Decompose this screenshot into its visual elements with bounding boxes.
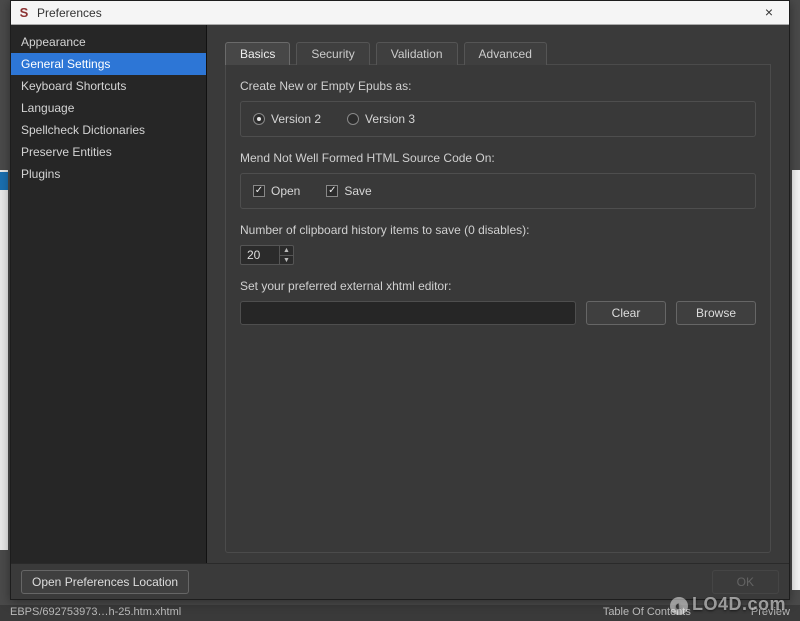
checkbox-save[interactable]: Save	[326, 184, 371, 198]
preferences-dialog: S Preferences × Appearance General Setti…	[10, 0, 790, 600]
tabs: Basics Security Validation Advanced	[225, 41, 771, 65]
radio-dot-icon	[347, 113, 359, 125]
sidebar-item-appearance[interactable]: Appearance	[11, 31, 206, 53]
external-editor-path[interactable]	[240, 301, 576, 325]
checkbox-save-label: Save	[344, 184, 371, 198]
checkbox-icon	[253, 185, 265, 197]
open-preferences-location-button[interactable]: Open Preferences Location	[21, 570, 189, 594]
backdrop-toc: Table Of Contents	[603, 606, 691, 620]
radio-version-3-label: Version 3	[365, 112, 415, 126]
epub-version-group: Version 2 Version 3	[240, 101, 756, 137]
ok-button[interactable]: OK	[712, 570, 779, 594]
radio-version-3[interactable]: Version 3	[347, 112, 415, 126]
clipboard-history-spinner[interactable]: ▲ ▼	[240, 245, 294, 265]
mend-group: Open Save	[240, 173, 756, 209]
browse-button[interactable]: Browse	[676, 301, 756, 325]
sidebar-item-preserve-entities[interactable]: Preserve Entities	[11, 141, 206, 163]
radio-version-2-label: Version 2	[271, 112, 321, 126]
backdrop-path: EBPS/692753973…h-25.htm.xhtml	[10, 606, 181, 620]
main-panel: Basics Security Validation Advanced Crea…	[207, 25, 789, 563]
spinner-up-icon[interactable]: ▲	[280, 246, 293, 256]
sidebar-item-language[interactable]: Language	[11, 97, 206, 119]
spinner-down-icon[interactable]: ▼	[280, 256, 293, 265]
backdrop-preview: Preview	[751, 606, 790, 620]
tab-advanced[interactable]: Advanced	[464, 42, 547, 65]
backdrop-right-strip	[792, 170, 800, 590]
checkbox-open-label: Open	[271, 184, 300, 198]
clear-button[interactable]: Clear	[586, 301, 666, 325]
radio-dot-icon	[253, 113, 265, 125]
app-icon: S	[17, 6, 31, 20]
tab-security[interactable]: Security	[296, 42, 369, 65]
external-editor-label: Set your preferred external xhtml editor…	[240, 279, 756, 293]
sidebar-item-keyboard-shortcuts[interactable]: Keyboard Shortcuts	[11, 75, 206, 97]
close-icon[interactable]: ×	[755, 3, 783, 23]
clipboard-history-input[interactable]	[241, 246, 279, 264]
window-title: Preferences	[37, 6, 755, 20]
tab-basics[interactable]: Basics	[225, 42, 290, 65]
backdrop-bottom-bar: EBPS/692753973…h-25.htm.xhtml Table Of C…	[0, 605, 800, 621]
radio-version-2[interactable]: Version 2	[253, 112, 321, 126]
create-epubs-label: Create New or Empty Epubs as:	[240, 79, 756, 93]
checkbox-open[interactable]: Open	[253, 184, 300, 198]
tab-validation[interactable]: Validation	[376, 42, 458, 65]
sidebar: Appearance General Settings Keyboard Sho…	[11, 25, 207, 563]
sidebar-item-general-settings[interactable]: General Settings	[11, 53, 206, 75]
checkbox-icon	[326, 185, 338, 197]
sidebar-item-spellcheck-dictionaries[interactable]: Spellcheck Dictionaries	[11, 119, 206, 141]
mend-html-label: Mend Not Well Formed HTML Source Code On…	[240, 151, 756, 165]
sidebar-item-plugins[interactable]: Plugins	[11, 163, 206, 185]
tab-content-basics: Create New or Empty Epubs as: Version 2 …	[225, 65, 771, 553]
backdrop-left-strip	[0, 170, 8, 550]
dialog-footer: Open Preferences Location OK	[11, 563, 789, 599]
clipboard-history-label: Number of clipboard history items to sav…	[240, 223, 756, 237]
titlebar: S Preferences ×	[11, 1, 789, 25]
